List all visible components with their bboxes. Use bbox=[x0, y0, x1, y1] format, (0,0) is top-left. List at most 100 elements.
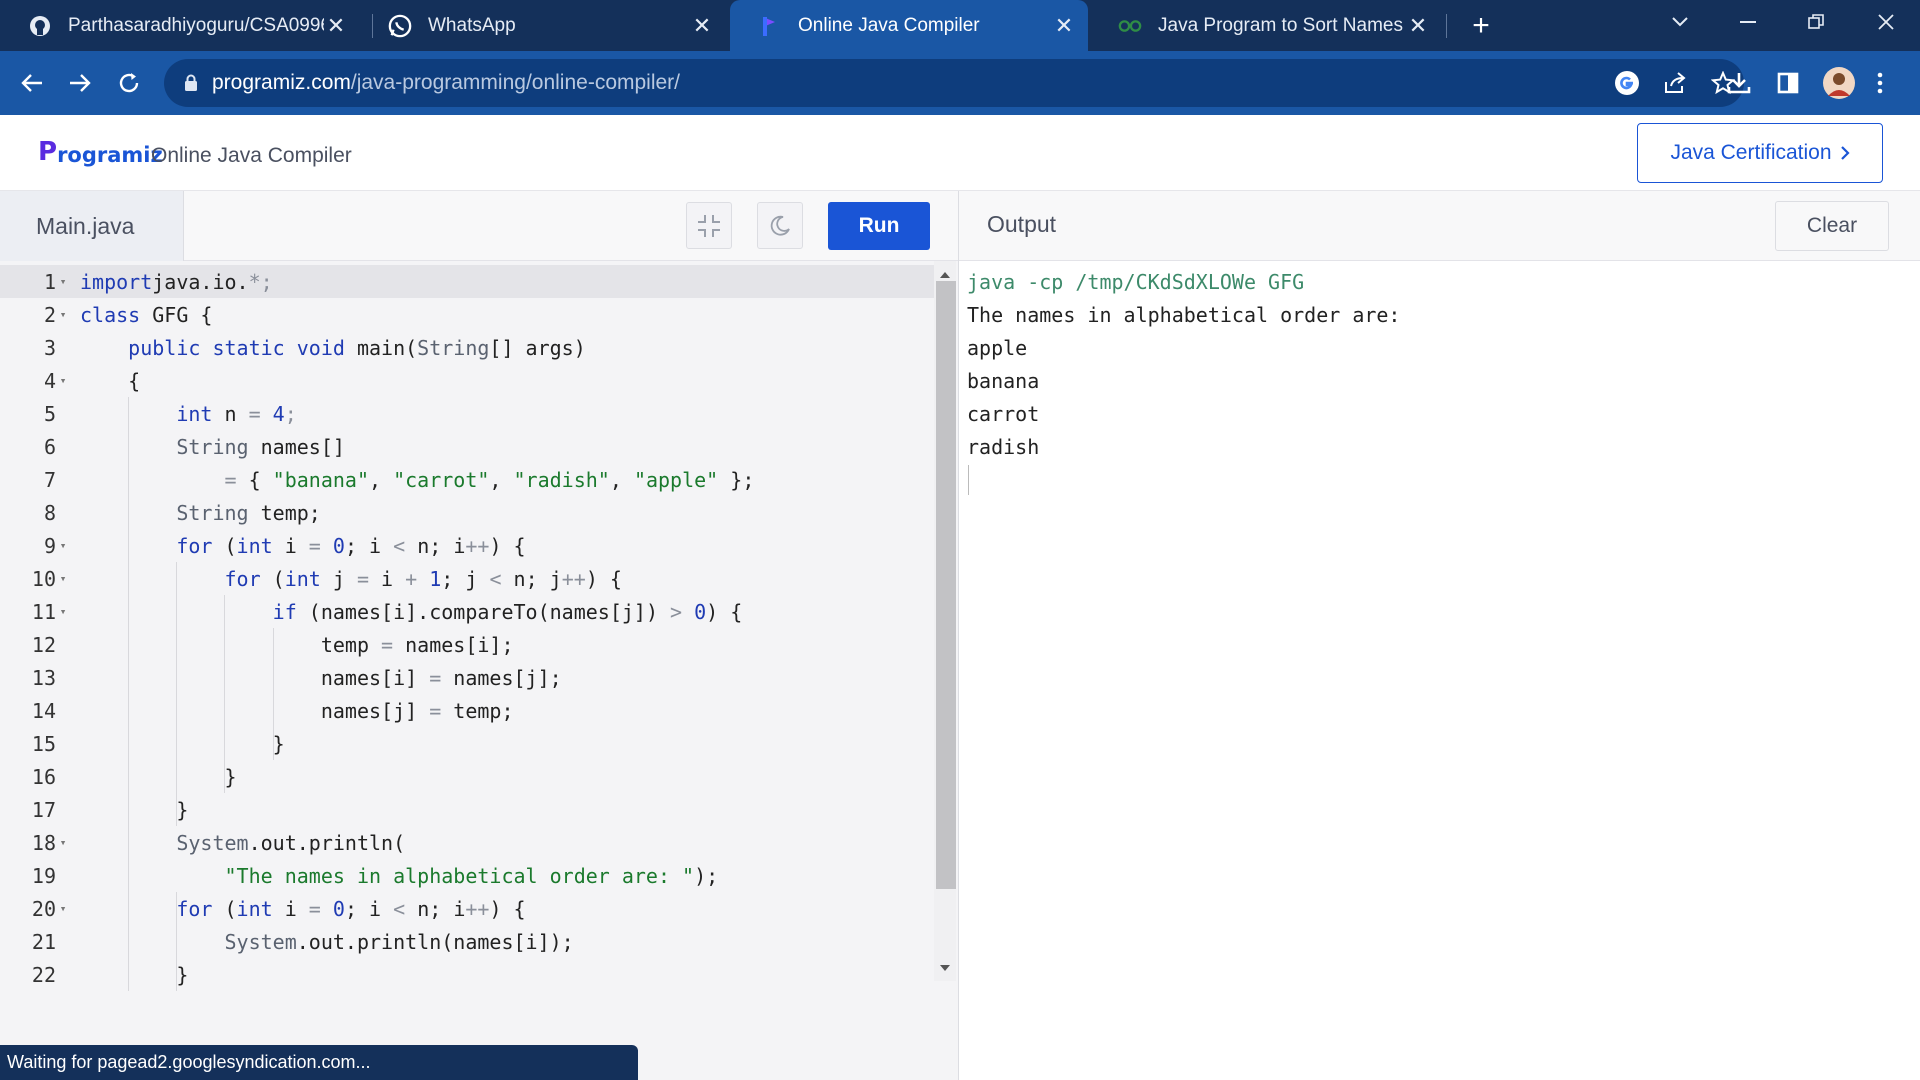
browser-tab-gfg[interactable]: Java Program to Sort Names in an ✕ bbox=[1090, 0, 1442, 51]
code-line[interactable]: 8 String temp; bbox=[0, 496, 934, 529]
fold-arrow-icon[interactable]: ▾ bbox=[56, 275, 70, 288]
code-line[interactable]: 4 ▾ { bbox=[0, 364, 934, 397]
address-bar[interactable]: programiz.com/java-programming/online-co… bbox=[164, 59, 1744, 107]
code-text: names[i] = names[j]; bbox=[80, 665, 562, 690]
output-title: Output bbox=[987, 211, 1057, 237]
fold-arrow-icon[interactable]: ▾ bbox=[56, 836, 70, 849]
editor-toolbar: Run bbox=[184, 191, 958, 261]
url-path: /java-programming/online-compiler/ bbox=[350, 71, 681, 94]
minimize-icon[interactable] bbox=[1718, 0, 1778, 44]
download-icon[interactable] bbox=[1726, 65, 1752, 101]
code-line[interactable]: 18 ▾ System.out.println( bbox=[0, 826, 934, 859]
code-line[interactable]: 19 "The names in alphabetical order are:… bbox=[0, 859, 934, 892]
browser-toolbar: programiz.com/java-programming/online-co… bbox=[0, 51, 1920, 115]
close-window-icon[interactable] bbox=[1856, 0, 1916, 44]
close-icon[interactable]: ✕ bbox=[1052, 13, 1076, 38]
fold-arrow-icon[interactable]: ▾ bbox=[56, 308, 70, 321]
line-number: 22 bbox=[31, 962, 56, 987]
profile-avatar[interactable] bbox=[1822, 65, 1856, 101]
close-icon[interactable]: ✕ bbox=[324, 13, 348, 38]
tab-search-chevron-icon[interactable] bbox=[1650, 0, 1710, 44]
line-number: 8 bbox=[43, 500, 56, 525]
fold-arrow-icon[interactable]: ▾ bbox=[56, 539, 70, 552]
google-icon[interactable] bbox=[1614, 70, 1640, 96]
indent-guide bbox=[176, 562, 178, 826]
close-icon[interactable]: ✕ bbox=[690, 13, 714, 38]
code-text: { bbox=[80, 368, 141, 393]
code-line[interactable]: 22 } bbox=[0, 958, 934, 991]
line-number: 1 bbox=[43, 269, 56, 294]
code-line[interactable]: 6 String names[] bbox=[0, 430, 934, 463]
tab-title: WhatsApp bbox=[428, 14, 516, 36]
code-line[interactable]: 10 ▾ for (int j = i + 1; j < n; j++) { bbox=[0, 562, 934, 595]
output-command-line: java -cp /tmp/CKdSdXLOWe GFG bbox=[967, 269, 1305, 294]
code-text: public static void main(String[] args) bbox=[128, 335, 586, 360]
menu-kebab-icon[interactable] bbox=[1876, 65, 1884, 101]
site-header: Programiz Online Java Compiler Java Cert… bbox=[0, 115, 1920, 191]
fold-arrow-icon[interactable]: ▾ bbox=[56, 572, 70, 585]
tab-separator bbox=[1446, 14, 1447, 38]
editor-scrollbar-thumb[interactable] bbox=[936, 281, 956, 889]
code-line[interactable]: 3 public static void main(String[] args) bbox=[0, 331, 934, 364]
fold-arrow-icon[interactable]: ▾ bbox=[56, 374, 70, 387]
code-line[interactable]: 14 names[j] = temp; bbox=[0, 694, 934, 727]
code-text: for (int i = 0; i < n; i++) { bbox=[176, 533, 526, 558]
code-text: System.out.println( bbox=[176, 830, 406, 855]
fold-arrow-icon[interactable]: ▾ bbox=[56, 605, 70, 618]
output-cursor-line bbox=[967, 463, 1400, 496]
code-line[interactable]: 12 temp = names[i]; bbox=[0, 628, 934, 661]
line-number: 10 bbox=[31, 566, 56, 591]
output-line: The names in alphabetical order are: bbox=[967, 302, 1401, 327]
code-line[interactable]: 15 } bbox=[0, 727, 934, 760]
java-certification-button[interactable]: Java Certification bbox=[1637, 123, 1883, 183]
code-line[interactable]: 9 ▾ for (int i = 0; i < n; i++) { bbox=[0, 529, 934, 562]
browser-tab-whatsapp[interactable]: WhatsApp ✕ bbox=[360, 0, 726, 51]
close-icon[interactable]: ✕ bbox=[1406, 13, 1430, 38]
line-number: 9 bbox=[43, 533, 56, 558]
code-line[interactable]: 16 } bbox=[0, 760, 934, 793]
reload-icon[interactable] bbox=[111, 65, 147, 101]
line-number: 13 bbox=[31, 665, 56, 690]
logo-text: rogramiz bbox=[57, 143, 163, 167]
code-line[interactable]: 7 = { "banana", "carrot", "radish", "app… bbox=[0, 463, 934, 496]
code-line[interactable]: 5 int n = 4; bbox=[0, 397, 934, 430]
browser-tab-github[interactable]: Parthasaradhiyoguru/CSA0996--P ✕ bbox=[0, 0, 360, 51]
browser-tab-online-java-compiler[interactable]: Online Java Compiler ✕ bbox=[730, 0, 1088, 51]
fold-arrow-icon[interactable]: ▾ bbox=[56, 902, 70, 915]
new-tab-button[interactable]: + bbox=[1466, 9, 1496, 42]
clear-button[interactable]: Clear bbox=[1775, 201, 1889, 251]
tab-title: Java Program to Sort Names in an bbox=[1158, 14, 1406, 36]
side-panel-icon[interactable] bbox=[1777, 65, 1799, 101]
scroll-up-arrow-icon[interactable] bbox=[939, 271, 951, 279]
code-line[interactable]: 2 ▾ class GFG { bbox=[0, 298, 934, 331]
back-arrow-icon[interactable] bbox=[14, 65, 50, 101]
github-icon bbox=[28, 14, 52, 38]
file-tab-main-java[interactable]: Main.java bbox=[0, 191, 184, 261]
forward-arrow-icon[interactable] bbox=[62, 65, 98, 101]
code-line[interactable]: 13 names[i] = names[j]; bbox=[0, 661, 934, 694]
indent-guide bbox=[272, 628, 274, 760]
indent-guide bbox=[224, 595, 226, 793]
scroll-down-arrow-icon[interactable] bbox=[939, 964, 951, 972]
code-text: String names[] bbox=[176, 434, 345, 459]
code-line[interactable]: 21 System.out.println(names[i]); bbox=[0, 925, 934, 958]
line-number: 19 bbox=[31, 863, 56, 888]
collapse-icon[interactable] bbox=[686, 202, 732, 249]
output-console[interactable]: java -cp /tmp/CKdSdXLOWe GFG The names in… bbox=[967, 265, 1400, 496]
code-line[interactable]: 11 ▾ if (names[i].compareTo(names[j]) > 0… bbox=[0, 595, 934, 628]
code-line[interactable]: 1 ▾ importjava.io.*; bbox=[0, 265, 934, 298]
code-text: class GFG { bbox=[80, 302, 213, 327]
code-line[interactable]: 17 } bbox=[0, 793, 934, 826]
restore-icon[interactable] bbox=[1786, 0, 1846, 44]
code-line[interactable]: 20 ▾ for (int i = 0; i < n; i++) { bbox=[0, 892, 934, 925]
indent-guide bbox=[176, 892, 178, 991]
code-editor[interactable]: 1 ▾ importjava.io.*; 2 ▾ class GFG {3 public … bbox=[0, 261, 958, 1080]
lock-icon[interactable] bbox=[184, 74, 198, 92]
chevron-right-icon bbox=[1840, 146, 1850, 160]
run-button[interactable]: Run bbox=[828, 202, 930, 250]
programiz-logo[interactable]: Programiz bbox=[38, 137, 163, 167]
code-text: "The names in alphabetical order are: ")… bbox=[224, 863, 719, 888]
share-icon[interactable] bbox=[1662, 70, 1688, 96]
output-cursor bbox=[968, 464, 969, 495]
dark-mode-moon-icon[interactable] bbox=[757, 202, 803, 249]
